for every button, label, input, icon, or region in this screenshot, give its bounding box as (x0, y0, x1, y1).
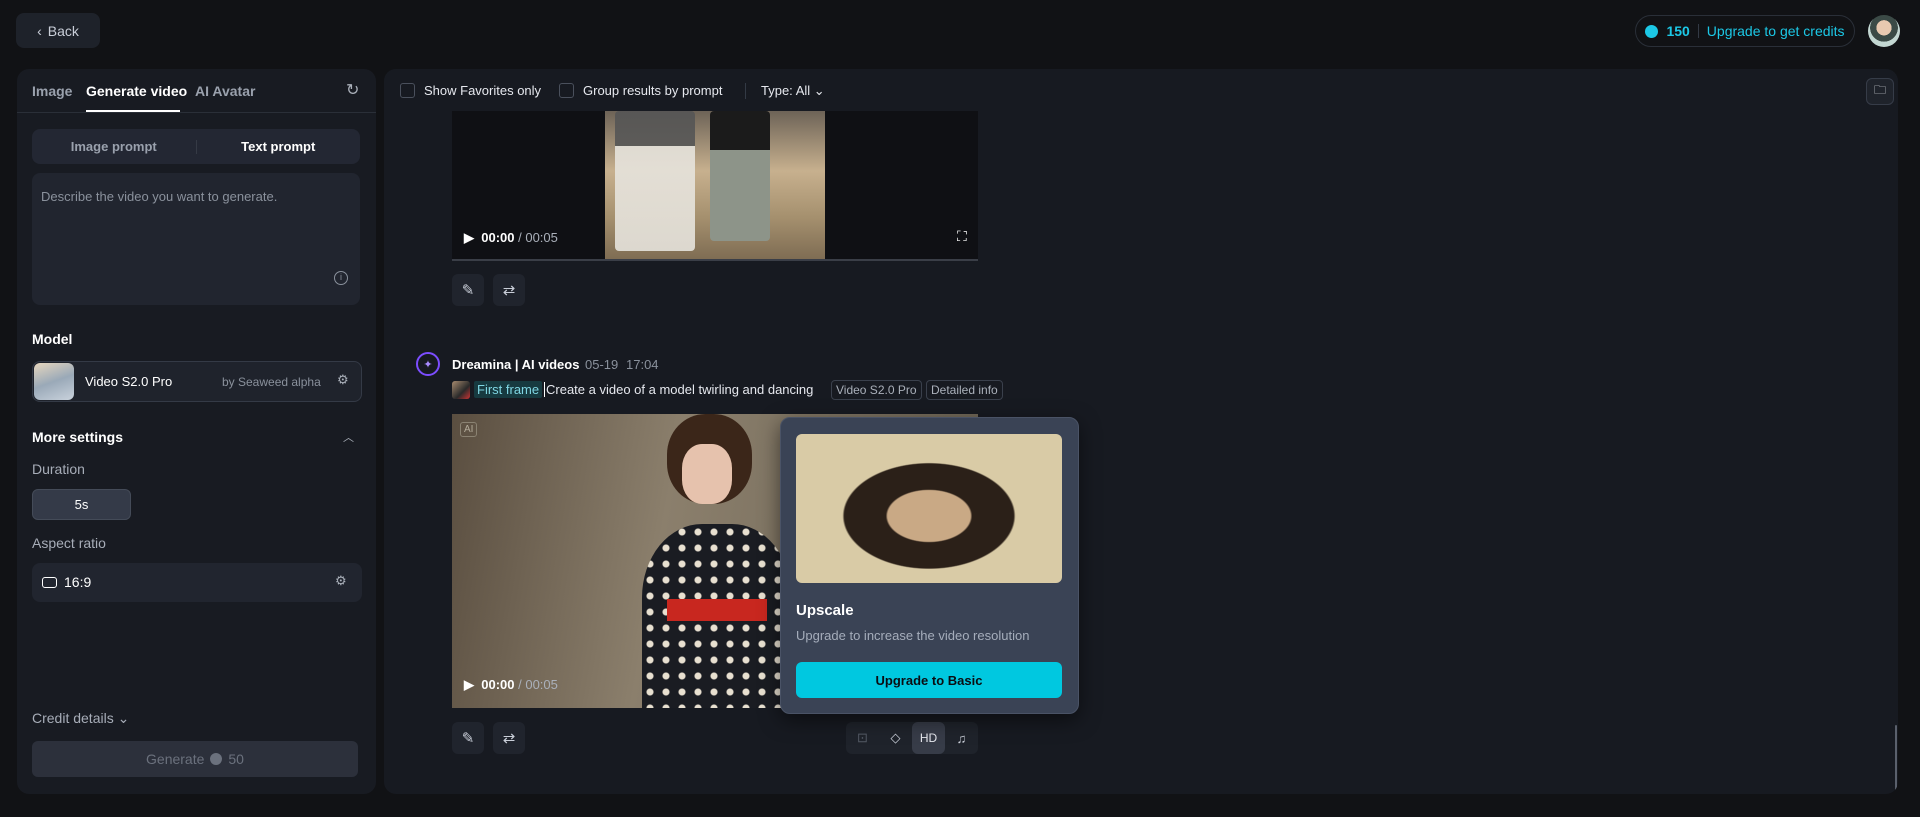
prompt-placeholder: Describe the video you want to generate. (41, 189, 278, 204)
prompt-mode-toggle: Image prompt Text prompt (32, 129, 360, 164)
ratio-icon (42, 577, 57, 588)
generate-label: Generate (146, 751, 205, 767)
tab-image[interactable]: Image (32, 83, 72, 99)
type-filter-dropdown[interactable]: Type: All ⌄ (761, 83, 825, 99)
upscale-preview-image (796, 434, 1062, 583)
model-provider: by Seaweed alpha (222, 375, 321, 389)
video-player-1[interactable]: ▶ 00:00 / 00:05 ⛶ (452, 111, 978, 261)
hd-upscale-button[interactable]: HD (912, 722, 945, 754)
dreamina-logo-icon: ✦ (416, 352, 440, 376)
credit-count: 150 (1666, 23, 1690, 39)
show-favorites-label[interactable]: Show Favorites only (424, 83, 541, 98)
credit-icon (210, 753, 223, 765)
interpolate-icon[interactable]: ◇ (879, 722, 912, 754)
progress-bar[interactable] (452, 259, 978, 261)
chevron-left-icon: ‹ (37, 22, 42, 39)
tab-generate-video[interactable]: Generate video (86, 83, 187, 99)
model-label: Model (32, 331, 73, 347)
credit-details-toggle[interactable]: Credit details ⌄ (32, 710, 129, 727)
detailed-info-tag[interactable]: Detailed info (926, 380, 1003, 400)
aspect-ratio-label: Aspect ratio (32, 535, 106, 551)
aspect-ratio-value: 16:9 (64, 574, 92, 590)
video-time: ▶ 00:00 / 00:05 (464, 230, 558, 245)
chevron-down-icon: ⌄ (117, 710, 130, 726)
model-thumbnail (34, 363, 74, 400)
video-actions-toolbar: ⊡ ◇ HD ♫ (846, 722, 978, 754)
tab-ai-avatar[interactable]: AI Avatar (195, 83, 255, 99)
folder-button[interactable]: 🗀 (1866, 78, 1894, 105)
group-results-label[interactable]: Group results by prompt (583, 83, 722, 98)
results-panel: ▶ 00:00 / 00:05 ⛶ ✎ ⇄ Show Favorites onl… (384, 69, 1898, 794)
image-prompt-tab[interactable]: Image prompt (32, 139, 197, 154)
extend-icon[interactable]: ⊡ (846, 722, 879, 754)
reset-icon[interactable]: ↻ (346, 80, 359, 100)
more-settings-label: More settings (32, 429, 124, 445)
message-author: Dreamina | AI videos (452, 357, 580, 372)
video-time: ▶ 00:00 / 00:05 (464, 677, 558, 692)
model-name: Video S2.0 Pro (85, 374, 173, 389)
popup-subtitle: Upgrade to increase the video resolution (796, 628, 1030, 643)
credit-details-label: Credit details (32, 710, 114, 726)
fullscreen-icon[interactable]: ⛶ (957, 228, 967, 245)
music-note-icon[interactable]: ♫ (945, 722, 978, 754)
duration-label: Duration (32, 461, 85, 477)
prompt-textarea[interactable]: Describe the video you want to generate.… (32, 173, 360, 305)
regenerate-button[interactable]: ⇄ (493, 722, 525, 754)
scrollbar[interactable] (1895, 725, 1897, 791)
upscale-popup: Upscale Upgrade to increase the video re… (780, 417, 1079, 714)
type-filter-label: Type: All (761, 83, 811, 98)
regenerate-button[interactable]: ⇄ (493, 274, 525, 306)
text-prompt-tab[interactable]: Text prompt (197, 139, 361, 154)
user-avatar[interactable] (1868, 15, 1900, 47)
left-panel: Image Generate video AI Avatar ↻ Image p… (17, 69, 376, 794)
chevron-up-icon[interactable]: ︿ (343, 429, 354, 445)
toolbar: Show Favorites only Group results by pro… (384, 69, 1898, 111)
edit-button[interactable]: ✎ (452, 274, 484, 306)
generate-cost: 50 (228, 751, 244, 767)
model-tag[interactable]: Video S2.0 Pro (831, 380, 922, 400)
prompt-text: Create a video of a model twirling and d… (544, 382, 814, 397)
popup-title: Upscale (796, 602, 854, 619)
chevron-down-icon: ⌄ (813, 83, 825, 98)
duration-5s-option[interactable]: 5s (32, 489, 131, 520)
favorites-checkbox[interactable] (400, 83, 415, 98)
model-selector[interactable]: Video S2.0 Pro by Seaweed alpha ⚙ (32, 361, 362, 402)
credits-pill[interactable]: 150 Upgrade to get credits (1635, 15, 1855, 47)
generate-button[interactable]: Generate 50 (32, 741, 358, 777)
upgrade-credits-link[interactable]: Upgrade to get credits (1707, 23, 1845, 39)
aspect-ratio-selector[interactable]: 16:9 ⚙ (32, 563, 362, 602)
first-frame-chip[interactable]: First frame (474, 381, 543, 398)
first-frame-thumbnail (452, 381, 470, 399)
info-icon[interactable]: i (334, 271, 348, 285)
video-thumbnail (605, 111, 825, 261)
group-checkbox[interactable] (559, 83, 574, 98)
credit-icon (1645, 24, 1659, 38)
settings-sliders-icon[interactable]: ⚙ (337, 372, 349, 388)
back-button[interactable]: ‹ Back (16, 13, 100, 48)
divider (745, 83, 746, 99)
edit-button[interactable]: ✎ (452, 722, 484, 754)
message-date: 05-19 (585, 357, 619, 372)
settings-sliders-icon[interactable]: ⚙ (335, 573, 347, 589)
message-time: 17:04 (626, 357, 659, 372)
ai-badge: AI (460, 422, 478, 437)
upgrade-to-basic-button[interactable]: Upgrade to Basic (796, 662, 1062, 698)
divider (17, 112, 376, 113)
